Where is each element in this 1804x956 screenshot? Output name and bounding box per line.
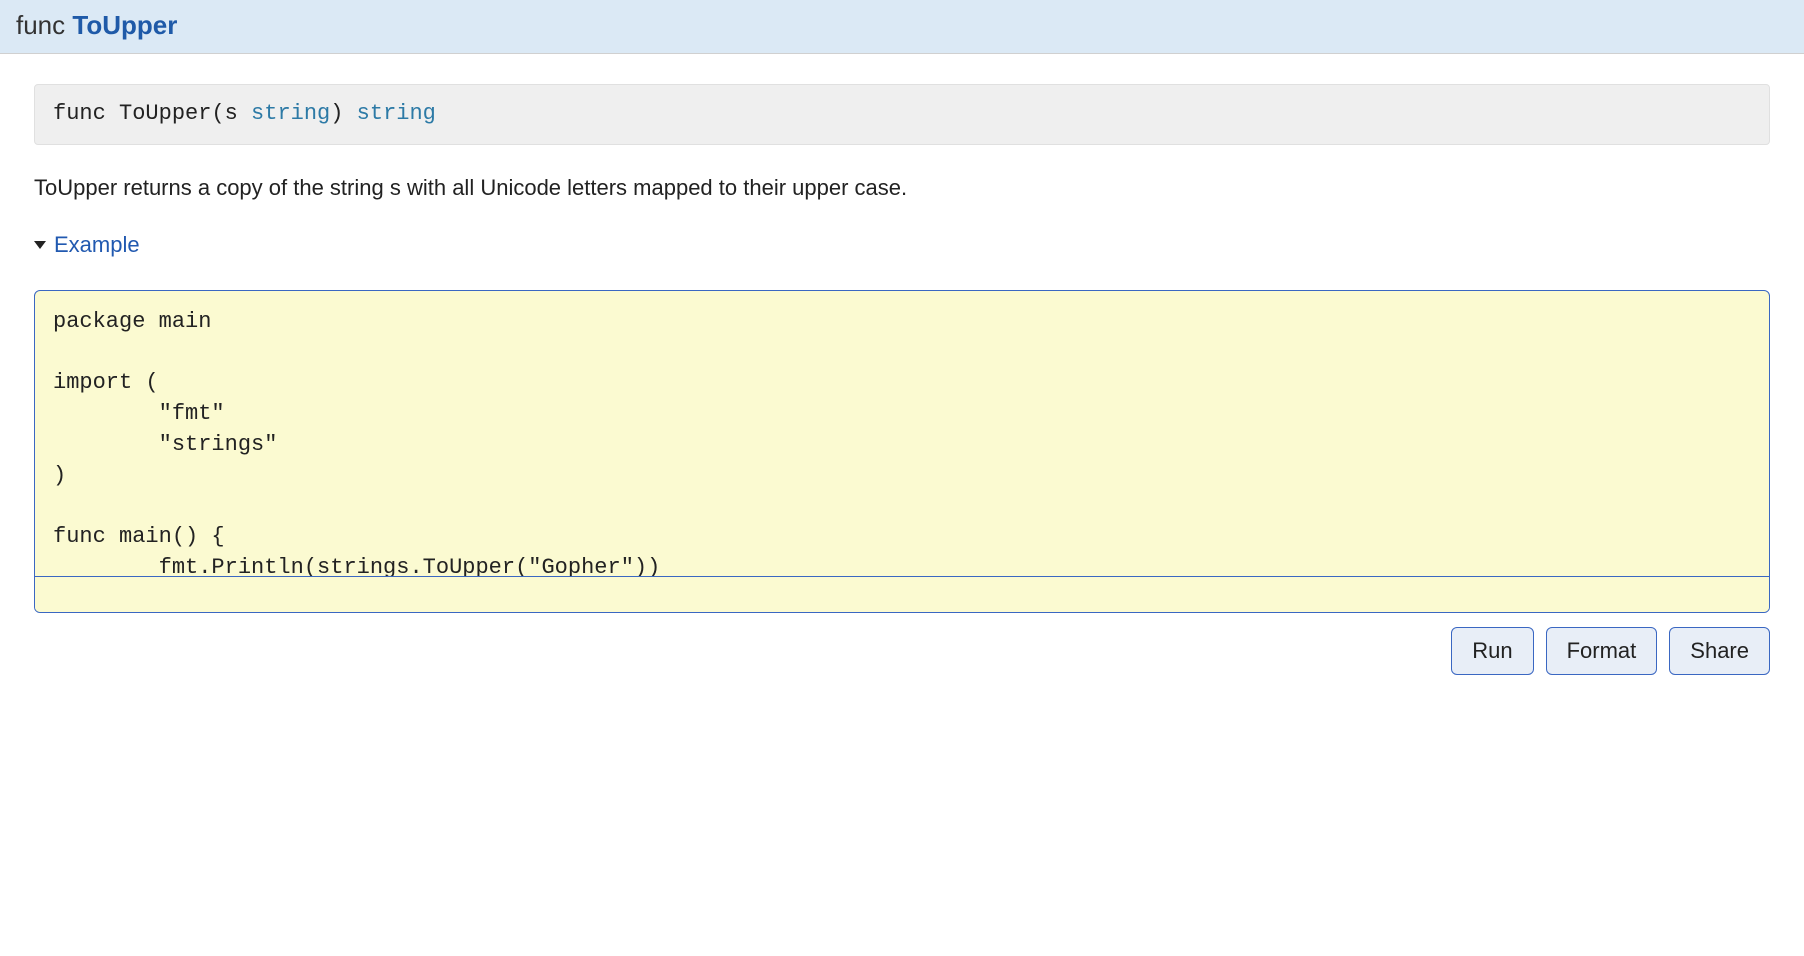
signature-return-type: string [357,101,436,126]
example-code-container [34,290,1770,613]
function-name-link[interactable]: ToUpper [72,10,177,40]
example-code-textarea[interactable] [35,291,1769,576]
function-signature: func ToUpper(s string) string [34,84,1770,145]
signature-param-type: string [251,101,330,126]
format-button[interactable]: Format [1546,627,1658,675]
run-button[interactable]: Run [1451,627,1533,675]
example-label: Example [54,232,140,258]
function-header: func ToUpper [0,0,1804,54]
share-button[interactable]: Share [1669,627,1770,675]
signature-middle: ) [330,101,356,126]
example-output-area [35,576,1769,612]
example-toggle[interactable]: Example [34,232,1770,258]
signature-prefix: func ToUpper(s [53,101,251,126]
chevron-down-icon [34,241,46,249]
content-area: func ToUpper(s string) string ToUpper re… [0,84,1804,695]
playground-buttons: Run Format Share [34,627,1770,675]
function-title: func ToUpper [16,10,1788,41]
func-keyword: func [16,10,72,40]
function-description: ToUpper returns a copy of the string s w… [34,173,1770,204]
